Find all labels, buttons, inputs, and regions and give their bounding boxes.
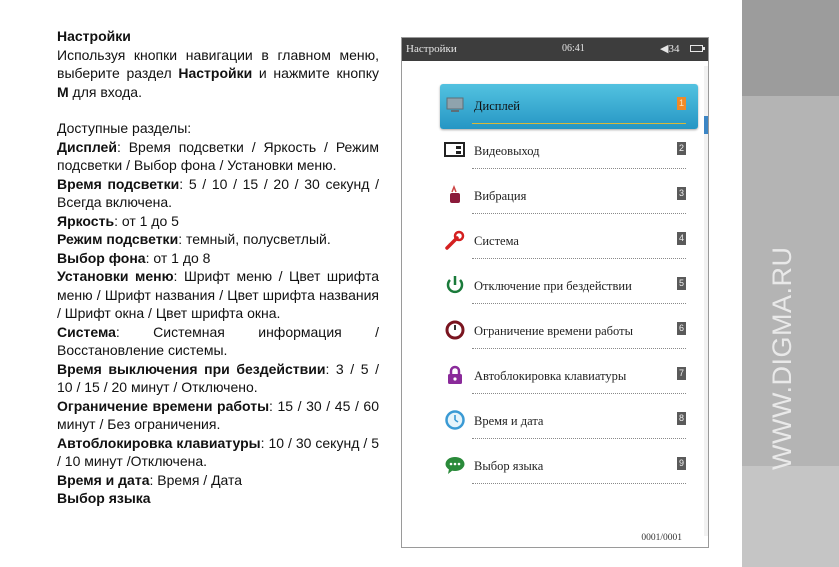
menu-item-number: 6	[677, 322, 686, 335]
status-bar: Настройки 06:41 ◀34	[402, 38, 708, 61]
power-icon	[444, 275, 466, 295]
page-counter: 0001/0001	[641, 533, 682, 543]
settings-menu: Дисплей 1 Видеовыход 2 Вибрация 3 Систем…	[440, 84, 698, 489]
menu-item-label: Система	[474, 234, 519, 248]
menu-item-label: Отключение при бездействии	[474, 279, 632, 293]
clock-time: 06:41	[562, 43, 585, 54]
section-backlight-mode: Режим подсветки: темный, полусветлый.	[57, 231, 331, 247]
menu-item-system[interactable]: Система 4	[440, 219, 698, 264]
section-keylock: Автоблокировка клавиатуры: 10 / 30 секун…	[57, 434, 379, 470]
menu-item-number: 8	[677, 412, 686, 425]
section-backlight-time: Время подсветки: 5 / 10 / 15 / 20 / 30 с…	[57, 175, 379, 211]
menu-item-keylock[interactable]: Автоблокировка клавиатуры 7	[440, 354, 698, 399]
menu-item-label: Видеовыход	[474, 144, 540, 158]
clock-icon	[444, 410, 466, 430]
menu-item-work-limit[interactable]: Ограничение времени работы 6	[440, 309, 698, 354]
manual-text: Настройки Используя кнопки навигации в г…	[57, 27, 379, 508]
menu-item-label: Дисплей	[474, 99, 520, 113]
manual-intro: Используя кнопки навигации в главном мен…	[57, 46, 379, 100]
menu-item-video-out[interactable]: Видеовыход 2	[440, 129, 698, 174]
menu-item-number: 7	[677, 367, 686, 380]
device-screen: Настройки 06:41 ◀34 Дисплей 1 Видеовыход…	[401, 37, 709, 548]
timer-limit-icon	[444, 320, 466, 340]
section-menu-settings: Установки меню: Шрифт меню / Цвет шрифта…	[57, 268, 379, 321]
menu-item-language[interactable]: Выбор языка 9	[440, 444, 698, 489]
section-work-limit: Ограничение времени работы: 15 / 30 / 45…	[57, 397, 379, 433]
vibration-icon	[444, 185, 466, 205]
battery-icon	[690, 45, 705, 52]
section-brightness: Яркость: от 1 до 5	[57, 212, 179, 229]
sections-title: Доступные разделы:	[57, 120, 192, 136]
scroll-thumb[interactable]	[704, 116, 708, 134]
section-background: Выбор фона: от 1 до 8	[57, 249, 211, 266]
menu-item-label: Ограничение времени работы	[474, 324, 633, 338]
menu-item-label: Время и дата	[474, 414, 544, 428]
menu-item-label: Вибрация	[474, 189, 527, 203]
menu-item-number: 9	[677, 457, 686, 470]
menu-item-number: 1	[677, 97, 686, 110]
menu-item-datetime[interactable]: Время и дата 8	[440, 399, 698, 444]
menu-item-label: Автоблокировка клавиатуры	[474, 369, 627, 383]
menu-item-idle-off[interactable]: Отключение при бездействии 5	[440, 264, 698, 309]
section-datetime: Время и дата: Время / Дата	[57, 471, 243, 488]
menu-item-number: 4	[677, 232, 686, 245]
site-watermark: WWW.DIGMA.RU	[767, 246, 797, 470]
section-display: Дисплей: Время подсветки / Яркость / Реж…	[57, 138, 379, 174]
scrollbar[interactable]	[704, 66, 708, 536]
section-system: Система: Системная информация / Восстано…	[57, 323, 379, 359]
menu-item-number: 5	[677, 277, 686, 290]
volume-indicator: ◀34	[660, 42, 679, 55]
menu-item-vibration[interactable]: Вибрация 3	[440, 174, 698, 219]
lock-icon	[444, 365, 466, 385]
screen-title: Настройки	[406, 43, 457, 55]
volume-level: 34	[668, 43, 680, 55]
menu-item-number: 3	[677, 187, 686, 200]
section-language: Выбор языка	[57, 490, 151, 506]
menu-item-number: 2	[677, 142, 686, 155]
section-idle-off: Время выключения при бездействии: 3 / 5 …	[57, 360, 379, 396]
monitor-icon	[444, 95, 466, 115]
menu-item-label: Выбор языка	[474, 459, 544, 473]
video-out-icon	[444, 140, 466, 160]
menu-item-display[interactable]: Дисплей 1	[440, 84, 698, 129]
manual-heading: Настройки	[57, 28, 131, 44]
speech-bubble-icon	[444, 455, 466, 475]
wrench-icon	[444, 230, 466, 250]
